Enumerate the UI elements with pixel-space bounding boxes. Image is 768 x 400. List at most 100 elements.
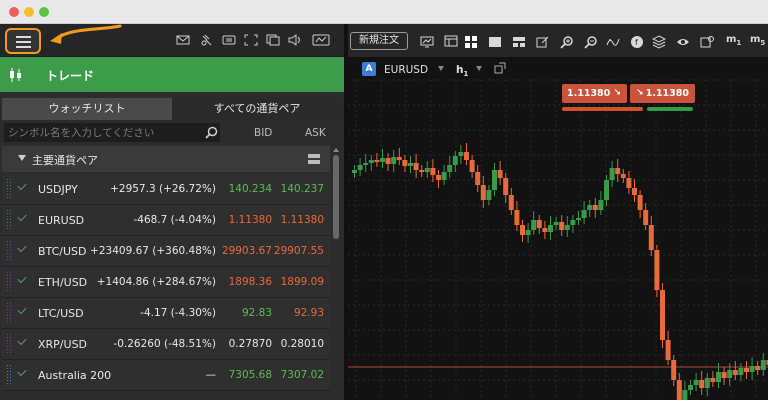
- row-ask[interactable]: 1.11380: [281, 214, 324, 226]
- indicator-icon[interactable]: [494, 62, 506, 74]
- fx-icon[interactable]: [312, 34, 330, 46]
- hamburger-menu-icon[interactable]: [5, 28, 41, 54]
- row-ask[interactable]: 140.237: [281, 183, 324, 195]
- symbol-search-input[interactable]: [4, 123, 220, 142]
- row-bid[interactable]: 1898.36: [229, 276, 272, 288]
- zoom-window-button[interactable]: [39, 7, 49, 17]
- watchlist-row[interactable]: LTC/USD -4.17 (-4.30%) 92.83 92.93: [2, 298, 330, 329]
- chart-badge[interactable]: A: [362, 62, 376, 76]
- scrollbar-thumb[interactable]: [333, 155, 339, 239]
- check-icon[interactable]: [17, 335, 27, 346]
- candle-body: [576, 218, 581, 220]
- settings-icon[interactable]: [700, 34, 714, 48]
- watchlist-row[interactable]: ETH/USD +1404.86 (+284.67%) 1898.36 1899.09: [2, 267, 330, 298]
- zoom-out-icon[interactable]: [584, 34, 598, 49]
- candle-body: [609, 168, 615, 180]
- sell-price-button[interactable]: 1.11380 ↘: [562, 84, 627, 103]
- edit-icon[interactable]: [536, 34, 550, 48]
- check-icon[interactable]: [17, 366, 27, 377]
- chart-symbol[interactable]: EURUSD: [384, 64, 428, 76]
- check-icon[interactable]: [17, 242, 27, 253]
- trade-header: トレード: [0, 57, 344, 92]
- scroll-up-arrow-icon[interactable]: [333, 148, 339, 152]
- crosshair-icon[interactable]: [606, 34, 620, 48]
- search-icon[interactable]: [205, 126, 218, 139]
- row-bid[interactable]: 140.234: [229, 183, 272, 195]
- close-window-button[interactable]: [9, 7, 19, 17]
- drag-handle-icon[interactable]: [7, 241, 11, 261]
- single-view-icon[interactable]: [488, 34, 502, 48]
- row-ask[interactable]: 29907.55: [274, 245, 324, 257]
- candle-body: [727, 370, 733, 378]
- row-bid[interactable]: 92.83: [242, 307, 272, 319]
- tab-watchlist[interactable]: ウォッチリスト: [2, 98, 172, 120]
- row-symbol: ETH/USD: [38, 276, 88, 289]
- drag-handle-icon[interactable]: [7, 303, 11, 323]
- split-view-icon[interactable]: [512, 34, 526, 48]
- fullscreen-icon[interactable]: [244, 34, 258, 46]
- drag-handle-icon[interactable]: [7, 365, 11, 385]
- row-symbol: BTC/USD: [38, 245, 87, 258]
- buy-price-button[interactable]: ↘ 1.11380: [630, 84, 695, 103]
- watchlist-row[interactable]: EURUSD -468.7 (-4.04%) 1.11380 1.11380: [2, 205, 330, 236]
- ask-column-header[interactable]: ASK: [305, 127, 326, 139]
- m5-icon[interactable]: m5: [750, 34, 768, 48]
- alert-icon[interactable]: [200, 34, 214, 46]
- watchlist-row[interactable]: USDJPY +2957.3 (+26.72%) 140.234 140.237: [2, 174, 330, 205]
- timeframe-dropdown-icon[interactable]: [476, 66, 482, 71]
- new-order-button[interactable]: 新規注文: [350, 32, 408, 50]
- m1-icon[interactable]: m1: [726, 34, 746, 48]
- symbol-dropdown-icon[interactable]: [438, 66, 444, 71]
- row-bid[interactable]: 29903.67: [222, 245, 272, 257]
- watchlist-row[interactable]: XRP/USD -0.26260 (-48.51%) 0.27870 0.28010: [2, 329, 330, 360]
- candle-body: [665, 340, 671, 360]
- minimize-window-button[interactable]: [24, 7, 34, 17]
- candle-body: [648, 225, 654, 250]
- scrollbar[interactable]: [332, 148, 340, 400]
- layers-icon[interactable]: [651, 34, 667, 49]
- drag-handle-icon[interactable]: [7, 179, 11, 199]
- window-icon[interactable]: [266, 34, 280, 46]
- row-ask[interactable]: 92.93: [294, 307, 324, 319]
- layout-icon[interactable]: [444, 34, 458, 48]
- tab-all-pairs[interactable]: すべての通貨ペア: [172, 98, 342, 120]
- candle-body: [402, 160, 408, 166]
- row-ask[interactable]: 0.28010: [281, 338, 324, 350]
- row-bid[interactable]: 1.11380: [229, 214, 272, 226]
- watchlist-rows: USDJPY +2957.3 (+26.72%) 140.234 140.237 EUR…: [2, 174, 330, 391]
- sound-icon[interactable]: [288, 34, 302, 46]
- candle-body: [542, 228, 548, 232]
- watchlist-row[interactable]: Australia 200 — 7305.68 7307.02: [2, 360, 330, 391]
- mail-icon[interactable]: [176, 34, 190, 46]
- candlestick-chart[interactable]: [348, 60, 768, 400]
- group-options-icon[interactable]: [308, 154, 320, 164]
- drag-handle-icon[interactable]: [7, 334, 11, 354]
- check-icon[interactable]: [17, 211, 27, 222]
- check-icon[interactable]: [17, 273, 27, 284]
- drag-handle-icon[interactable]: [7, 210, 11, 230]
- drag-handle-icon[interactable]: [7, 272, 11, 292]
- row-symbol: USDJPY: [38, 183, 78, 196]
- row-ask[interactable]: 7307.02: [281, 369, 324, 381]
- eye-icon[interactable]: [676, 34, 690, 48]
- grid-icon[interactable]: [464, 34, 478, 48]
- row-ask[interactable]: 1899.09: [281, 276, 324, 288]
- chart-window-icon[interactable]: [420, 34, 434, 48]
- candle-body: [520, 225, 525, 235]
- bid-column-header[interactable]: BID: [254, 127, 272, 139]
- candle-body: [391, 157, 397, 164]
- watchlist-row[interactable]: BTC/USD +23409.67 (+360.48%) 29903.67 29907…: [2, 236, 330, 267]
- row-bid[interactable]: 7305.68: [229, 369, 272, 381]
- app-window: トレード ウォッチリスト すべての通貨ペア BID ASK 主要通貨ペア USD…: [0, 0, 768, 400]
- candle-body: [688, 385, 693, 390]
- zoom-in-icon[interactable]: [560, 34, 574, 49]
- chart-timeframe[interactable]: h1: [456, 64, 468, 78]
- fundamentals-icon[interactable]: f: [630, 34, 644, 48]
- check-icon[interactable]: [17, 180, 27, 191]
- group-header[interactable]: 主要通貨ペア: [2, 146, 330, 172]
- check-icon[interactable]: [17, 304, 27, 315]
- news-icon[interactable]: [222, 34, 236, 46]
- chevron-down-icon[interactable]: [18, 155, 26, 161]
- row-bid[interactable]: 0.27870: [229, 338, 272, 350]
- candle-body: [464, 152, 469, 160]
